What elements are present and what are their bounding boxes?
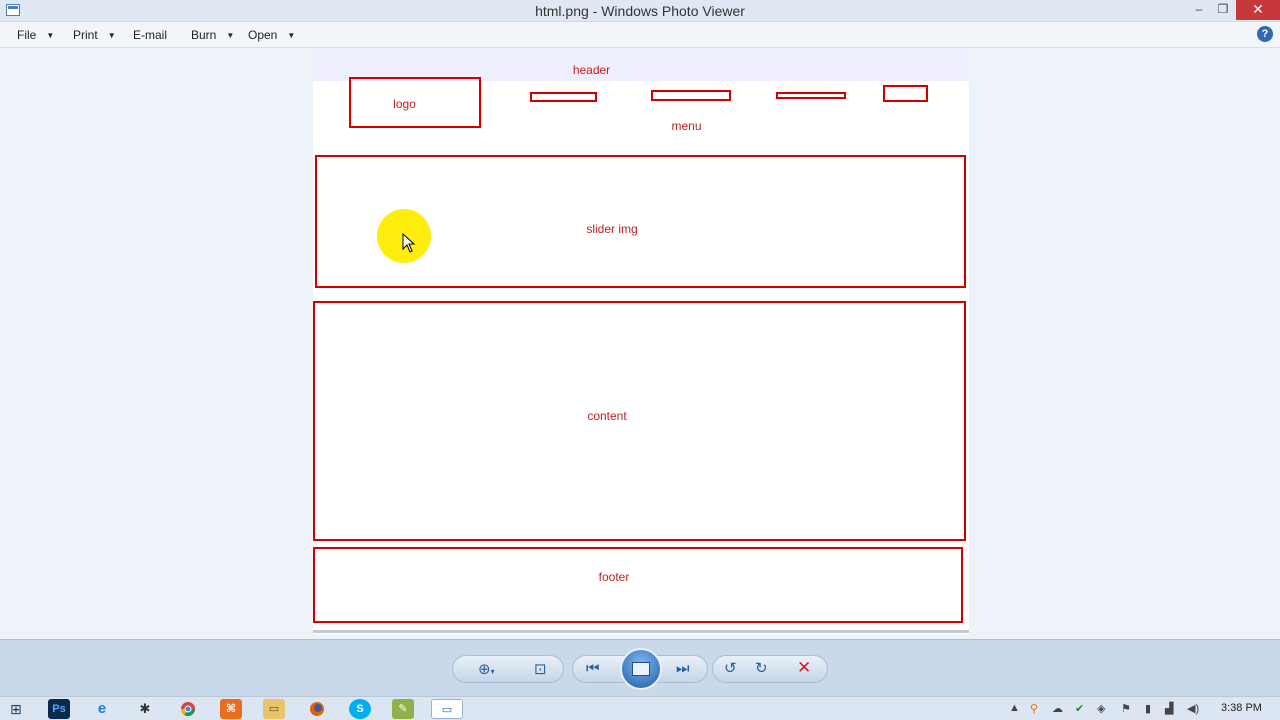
firefox-icon[interactable] [306, 699, 328, 719]
internet-explorer-icon[interactable]: e [91, 699, 113, 719]
chevron-down-icon: ▼ [287, 31, 296, 40]
maximize-button[interactable]: ❐ [1210, 0, 1236, 20]
tray-search-icon[interactable]: ⚲ [1030, 702, 1038, 715]
menu-bar: File ▼ Print ▼ E-mail Burn ▼ Open ▼ ? [0, 22, 1280, 48]
image-bottom-edge [313, 630, 969, 633]
title-bar: html.png - Windows Photo Viewer ‒ ❐ ✕ [0, 0, 1280, 22]
tray-battery-icon[interactable]: ▮ [1145, 702, 1151, 715]
chevron-down-icon: ▼ [107, 31, 116, 40]
chevron-down-icon: ▼ [226, 31, 235, 40]
menu-email[interactable]: E-mail [133, 28, 167, 42]
wireframe-menu-item [883, 85, 928, 102]
menu-email-label: E-mail [133, 28, 168, 42]
image-viewer-area: header logo menu slider img content foot… [0, 49, 1280, 639]
wireframe-logo-label: logo [393, 97, 416, 111]
taskbar-clock[interactable]: 3:38 PM [1221, 702, 1262, 714]
previous-icon[interactable]: ⏮ [586, 660, 600, 677]
photoshop-icon[interactable]: Ps [48, 699, 70, 719]
wireframe-menu-item [651, 90, 731, 101]
tray-check-icon[interactable]: ✔ [1075, 702, 1084, 715]
app-tool-icon[interactable]: ✱ [134, 699, 156, 719]
photo-viewer-taskbar-icon[interactable]: ▭ [431, 699, 463, 719]
orange-app-icon[interactable]: ⌘ [220, 699, 242, 719]
viewer-toolbar: ⊕▾ ⊡ ⏮ ⏭ ↺ ↻ ✕ [0, 639, 1280, 696]
menu-open-label: Open [248, 28, 278, 42]
skype-icon[interactable]: S [349, 699, 371, 719]
menu-burn-label: Burn [191, 28, 217, 42]
windows-taskbar: ⊞ Ps e ✱ ⌘ ▭ S ✎ ▭ ▲ ⚲ ☁ ✔ ◈ ⚑ ▮ ▟ ◀) 3:… [0, 696, 1280, 720]
chrome-icon[interactable] [177, 699, 199, 719]
zoom-icon[interactable]: ⊕▾ [478, 660, 495, 678]
wireframe-menu-item [776, 92, 846, 99]
delete-icon[interactable]: ✕ [797, 658, 811, 678]
tray-dropbox-icon[interactable]: ◈ [1097, 702, 1105, 715]
tray-network-icon[interactable]: ▟ [1165, 702, 1173, 715]
minimize-button[interactable]: ‒ [1186, 0, 1212, 20]
close-button[interactable]: ✕ [1236, 0, 1280, 20]
zoom-controls-group [452, 655, 564, 683]
windows-start-icon[interactable]: ⊞ [10, 701, 22, 718]
tray-volume-icon[interactable]: ◀) [1187, 702, 1199, 715]
slideshow-icon[interactable] [620, 648, 662, 690]
menu-file[interactable]: File ▼ [17, 28, 54, 42]
mouse-pointer-icon [402, 233, 416, 253]
menu-burn[interactable]: Burn ▼ [191, 28, 234, 42]
menu-print-label: Print [73, 28, 98, 42]
menu-print[interactable]: Print ▼ [73, 28, 116, 42]
wireframe-footer-box [313, 547, 963, 623]
wireframe-menu-item [530, 92, 597, 102]
chevron-down-icon: ▼ [46, 31, 55, 40]
wireframe-header-label: header [572, 63, 611, 77]
notepad-icon[interactable]: ✎ [392, 699, 414, 719]
rotate-left-icon[interactable]: ↺ [724, 659, 737, 677]
tray-expand-icon[interactable]: ▲ [1009, 702, 1020, 714]
file-explorer-icon[interactable]: ▭ [263, 699, 285, 719]
tray-flag-icon[interactable]: ⚑ [1121, 702, 1131, 715]
wireframe-menu-label: menu [671, 119, 702, 133]
next-icon[interactable]: ⏭ [676, 660, 690, 677]
menu-open[interactable]: Open ▼ [248, 28, 295, 42]
wireframe-footer-label: footer [598, 570, 630, 584]
menu-file-label: File [17, 28, 37, 42]
wireframe-content-label: content [587, 409, 627, 423]
rotate-right-icon[interactable]: ↻ [755, 659, 768, 677]
wireframe-slider-label: slider img [586, 222, 638, 236]
window-title: html.png - Windows Photo Viewer [535, 3, 745, 19]
actual-size-icon[interactable]: ⊡ [534, 660, 547, 678]
displayed-image: header logo menu slider img content foot… [313, 49, 969, 634]
tray-cloud-icon[interactable]: ☁ [1052, 702, 1063, 715]
help-icon[interactable]: ? [1257, 26, 1273, 42]
